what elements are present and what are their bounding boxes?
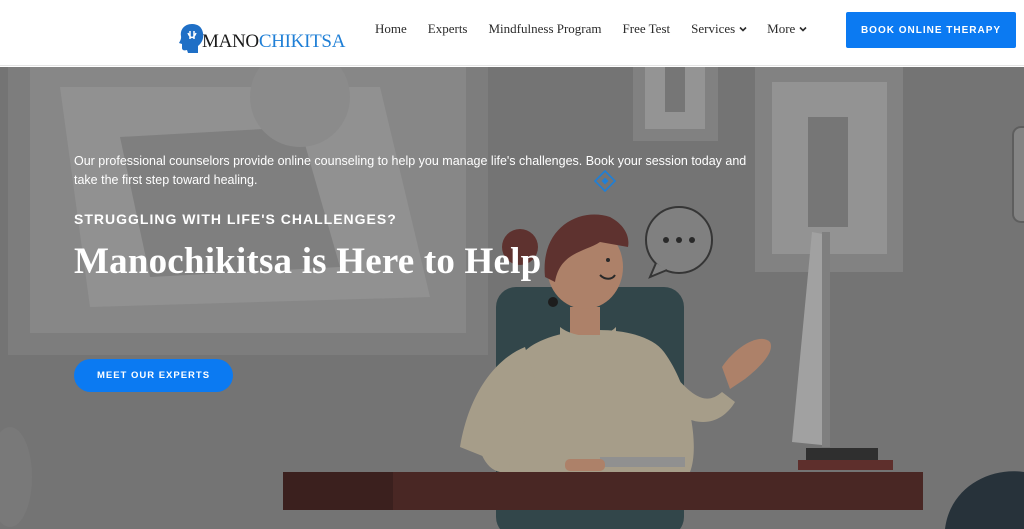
hero-description: Our professional counselors provide onli… xyxy=(74,154,747,187)
nav-item-home[interactable]: Home xyxy=(375,21,407,37)
site-logo[interactable]: MANOCHIKITSA xyxy=(178,14,345,54)
main-nav: Home Experts Mindfulness Program Free Te… xyxy=(375,21,807,37)
logo-head-icon xyxy=(178,22,204,54)
hero-title: Manochikitsa is Here to Help xyxy=(74,241,542,282)
logo-text: MANOCHIKITSA xyxy=(202,31,346,52)
hero-section: Our professional counselors provide onli… xyxy=(0,67,1024,529)
book-online-therapy-button[interactable]: BOOK ONLINE THERAPY xyxy=(846,12,1016,48)
meet-our-experts-button[interactable]: MEET OUR EXPERTS xyxy=(74,359,233,392)
nav-item-mindfulness-program[interactable]: Mindfulness Program xyxy=(489,21,602,37)
nav-item-experts[interactable]: Experts xyxy=(428,21,468,37)
chevron-down-icon xyxy=(799,26,807,32)
nav-item-services[interactable]: Services xyxy=(691,21,747,37)
nav-item-free-test[interactable]: Free Test xyxy=(623,21,671,37)
site-header: MANOCHIKITSA Home Experts Mindfulness Pr… xyxy=(0,0,1024,66)
hero-overlay xyxy=(0,67,1024,529)
chevron-down-icon xyxy=(739,26,747,32)
nav-item-more[interactable]: More xyxy=(767,21,807,37)
hero-subheading: STRUGGLING WITH LIFE'S CHALLENGES? xyxy=(74,211,397,227)
